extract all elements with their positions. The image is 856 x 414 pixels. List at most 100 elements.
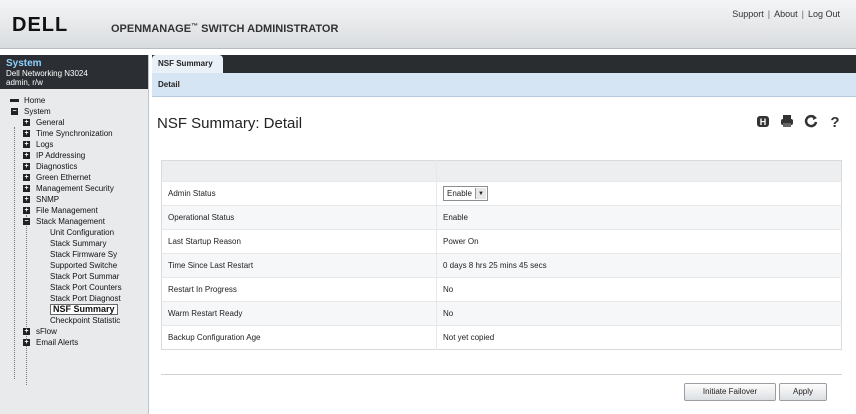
system-title[interactable]: System (6, 59, 142, 69)
system-user: admin, r/w (6, 78, 43, 87)
row-label: Time Since Last Restart (161, 253, 437, 278)
link-separator: | (801, 9, 804, 19)
tree-item-green-ethernet[interactable]: + Green Ethernet (0, 172, 148, 183)
expand-icon[interactable]: + (23, 174, 30, 181)
tab-bar: NSF Summary (152, 55, 856, 73)
expand-icon[interactable]: + (23, 119, 30, 126)
refresh-icon[interactable] (802, 112, 820, 130)
help-panel-icon[interactable]: H (754, 112, 772, 130)
tree-item-label: Time Synchronization (36, 129, 113, 138)
page-toolbar: H ? (754, 112, 844, 130)
tree-item-unit-configuration[interactable]: Unit Configuration (0, 227, 148, 238)
tree-item-label: Stack Port Summar (50, 272, 120, 281)
table-row: Backup Configuration Age Not yet copied (161, 325, 842, 350)
tree-item-home[interactable]: Home (0, 95, 148, 106)
expand-icon[interactable]: + (23, 130, 30, 137)
tree-item-label: Home (24, 96, 46, 105)
row-label: Last Startup Reason (161, 229, 437, 254)
tree-item-file-management[interactable]: + File Management (0, 205, 148, 216)
expand-icon[interactable]: + (23, 328, 30, 335)
tree-item-diagnostics[interactable]: + Diagnostics (0, 161, 148, 172)
expand-icon[interactable]: + (23, 339, 30, 346)
chevron-down-icon[interactable]: ▼ (474, 188, 486, 199)
about-link[interactable]: About (774, 9, 798, 19)
row-value: No (436, 277, 842, 302)
row-value: Enable ▼ (436, 181, 842, 206)
table-header-row (161, 160, 842, 182)
sub-tab-bar: Detail (152, 73, 856, 97)
row-label: Backup Configuration Age (161, 325, 437, 350)
question-icon[interactable]: ? (826, 112, 844, 130)
row-value: 0 days 8 hrs 25 mins 45 secs (436, 253, 842, 278)
expand-icon[interactable]: + (23, 163, 30, 170)
table-header-cell (436, 160, 842, 182)
system-model: Dell Networking N3024 (6, 69, 88, 78)
support-link[interactable]: Support (732, 9, 764, 19)
row-label: Operational Status (161, 205, 437, 230)
admin-status-select[interactable]: Enable ▼ (443, 186, 488, 201)
print-icon[interactable] (778, 112, 796, 130)
tab-nsf-summary[interactable]: NSF Summary (152, 55, 223, 73)
tree-item-ip-addressing[interactable]: + IP Addressing (0, 150, 148, 161)
tree-item-stack-management[interactable]: − Stack Management (0, 216, 148, 227)
divider (161, 374, 842, 375)
tree-item-label: SNMP (36, 195, 60, 204)
app-title-tm: ™ (191, 23, 199, 30)
system-info-panel: System Dell Networking N3024 admin, r/w (0, 55, 148, 89)
tree-item-system[interactable]: − System (0, 106, 148, 117)
row-value: Enable (436, 205, 842, 230)
tree-item-stack-port-diagnostics[interactable]: Stack Port Diagnost (0, 293, 148, 304)
tree-item-stack-port-counters[interactable]: Stack Port Counters (0, 282, 148, 293)
expand-icon[interactable]: + (23, 152, 30, 159)
app-title-main: OPENMANAGE (111, 23, 192, 35)
row-label: Admin Status (161, 181, 437, 206)
tree-item-management-security[interactable]: + Management Security (0, 183, 148, 194)
collapse-icon[interactable]: − (23, 218, 30, 225)
initiate-failover-button[interactable]: Initiate Failover (684, 383, 776, 401)
tree-item-sflow[interactable]: + sFlow (0, 326, 148, 337)
tree-item-checkpoint-statistics[interactable]: Checkpoint Statistic (0, 315, 148, 326)
tree-item-time-sync[interactable]: + Time Synchronization (0, 128, 148, 139)
tree-item-label: Stack Summary (50, 239, 107, 248)
sidebar: System Dell Networking N3024 admin, r/w … (0, 55, 149, 414)
tree-item-label: Management Security (36, 184, 114, 193)
tree-item-label: sFlow (36, 327, 57, 336)
tree-item-label: Email Alerts (36, 338, 79, 347)
svg-text:?: ? (830, 114, 839, 129)
tree-item-label: Checkpoint Statistic (50, 316, 121, 325)
collapse-icon[interactable]: − (11, 108, 18, 115)
expand-icon[interactable]: + (23, 207, 30, 214)
tree-item-email-alerts[interactable]: + Email Alerts (0, 337, 148, 348)
subtab-detail[interactable]: Detail (158, 80, 180, 89)
app-title: OPENMANAGE™ SWITCH ADMINISTRATOR (111, 23, 338, 35)
nsf-detail-table: Admin Status Enable ▼ Operational Status E… (161, 160, 842, 350)
navigation-tree: Home − System + General + Time Synchronizat… (0, 89, 148, 385)
tree-item-label: Stack Firmware Sy (50, 250, 118, 259)
tree-item-label: Logs (36, 140, 54, 149)
tree-item-label: Unit Configuration (50, 228, 115, 237)
expand-icon[interactable]: + (23, 196, 30, 203)
expand-icon[interactable]: + (23, 141, 30, 148)
app-title-rest: SWITCH ADMINISTRATOR (198, 23, 339, 35)
apply-button[interactable]: Apply (779, 383, 827, 401)
tree-item-stack-firmware[interactable]: Stack Firmware Sy (0, 249, 148, 260)
tree-item-stack-summary[interactable]: Stack Summary (0, 238, 148, 249)
row-label: Restart In Progress (161, 277, 437, 302)
tree-item-nsf-summary[interactable]: NSF Summary (0, 304, 148, 315)
table-row: Admin Status Enable ▼ (161, 181, 842, 206)
expand-icon[interactable]: + (23, 185, 30, 192)
row-label: Warm Restart Ready (161, 301, 437, 326)
tree-item-label: Supported Switche (50, 261, 118, 270)
table-row: Time Since Last Restart 0 days 8 hrs 25 m… (161, 253, 842, 278)
admin-status-value: Enable (447, 189, 472, 198)
tree-item-stack-port-summary[interactable]: Stack Port Summar (0, 271, 148, 282)
page-title: NSF Summary: Detail (157, 115, 303, 132)
svg-text:H: H (760, 117, 767, 127)
tree-item-supported-switches[interactable]: Supported Switche (0, 260, 148, 271)
tree-item-label: IP Addressing (36, 151, 86, 160)
tree-item-general[interactable]: + General (0, 117, 148, 128)
logout-link[interactable]: Log Out (808, 9, 840, 19)
tree-item-snmp[interactable]: + SNMP (0, 194, 148, 205)
tree-item-label: Stack Port Counters (50, 283, 122, 292)
tree-item-logs[interactable]: + Logs (0, 139, 148, 150)
